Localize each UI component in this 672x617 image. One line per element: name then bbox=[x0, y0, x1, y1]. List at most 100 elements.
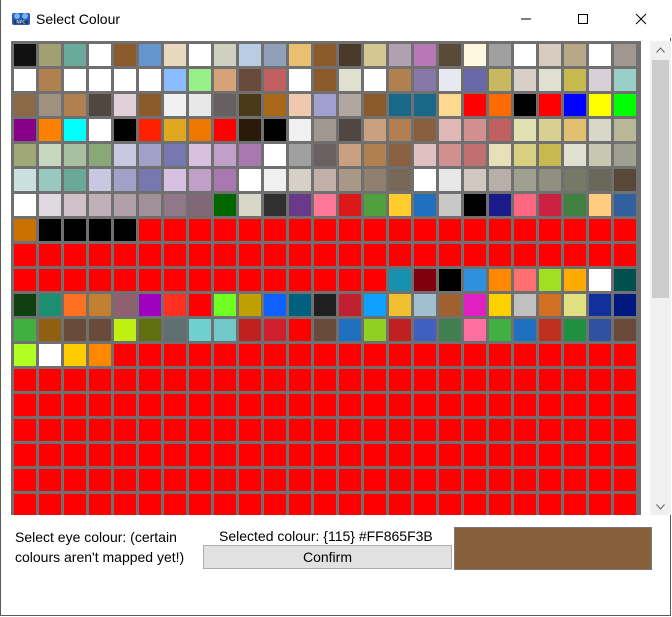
colour-cell[interactable] bbox=[314, 344, 336, 366]
colour-cell[interactable] bbox=[214, 144, 236, 166]
colour-cell[interactable] bbox=[464, 69, 486, 91]
colour-cell[interactable] bbox=[64, 44, 86, 66]
colour-cell[interactable] bbox=[589, 144, 611, 166]
colour-cell[interactable] bbox=[514, 144, 536, 166]
colour-cell[interactable] bbox=[64, 119, 86, 141]
colour-cell[interactable] bbox=[514, 169, 536, 191]
colour-cell[interactable] bbox=[289, 194, 311, 216]
colour-cell[interactable] bbox=[264, 369, 286, 391]
colour-cell[interactable] bbox=[189, 169, 211, 191]
colour-cell[interactable] bbox=[489, 94, 511, 116]
colour-cell[interactable] bbox=[39, 494, 61, 515]
colour-cell[interactable] bbox=[564, 294, 586, 316]
colour-cell[interactable] bbox=[439, 319, 461, 341]
colour-cell[interactable] bbox=[564, 94, 586, 116]
colour-cell[interactable] bbox=[214, 194, 236, 216]
colour-cell[interactable] bbox=[614, 469, 636, 491]
colour-cell[interactable] bbox=[514, 294, 536, 316]
colour-cell[interactable] bbox=[589, 44, 611, 66]
colour-cell[interactable] bbox=[64, 369, 86, 391]
colour-cell[interactable] bbox=[514, 344, 536, 366]
colour-cell[interactable] bbox=[389, 269, 411, 291]
colour-cell[interactable] bbox=[489, 144, 511, 166]
colour-cell[interactable] bbox=[239, 419, 261, 441]
colour-cell[interactable] bbox=[339, 319, 361, 341]
colour-cell[interactable] bbox=[114, 294, 136, 316]
colour-cell[interactable] bbox=[414, 94, 436, 116]
colour-cell[interactable] bbox=[89, 144, 111, 166]
colour-cell[interactable] bbox=[289, 444, 311, 466]
colour-cell[interactable] bbox=[489, 419, 511, 441]
colour-cell[interactable] bbox=[514, 419, 536, 441]
colour-cell[interactable] bbox=[339, 144, 361, 166]
colour-cell[interactable] bbox=[189, 344, 211, 366]
colour-cell[interactable] bbox=[539, 344, 561, 366]
colour-cell[interactable] bbox=[614, 319, 636, 341]
colour-cell[interactable] bbox=[289, 294, 311, 316]
colour-cell[interactable] bbox=[364, 419, 386, 441]
confirm-button[interactable]: Confirm bbox=[203, 545, 452, 569]
colour-cell[interactable] bbox=[339, 394, 361, 416]
colour-cell[interactable] bbox=[464, 394, 486, 416]
colour-cell[interactable] bbox=[64, 94, 86, 116]
colour-cell[interactable] bbox=[114, 194, 136, 216]
colour-cell[interactable] bbox=[439, 469, 461, 491]
colour-cell[interactable] bbox=[239, 269, 261, 291]
colour-cell[interactable] bbox=[539, 319, 561, 341]
colour-cell[interactable] bbox=[164, 419, 186, 441]
colour-cell[interactable] bbox=[39, 94, 61, 116]
colour-cell[interactable] bbox=[339, 269, 361, 291]
colour-cell[interactable] bbox=[414, 44, 436, 66]
colour-cell[interactable] bbox=[114, 144, 136, 166]
colour-cell[interactable] bbox=[364, 94, 386, 116]
colour-cell[interactable] bbox=[139, 269, 161, 291]
colour-cell[interactable] bbox=[489, 494, 511, 515]
colour-cell[interactable] bbox=[414, 194, 436, 216]
colour-cell[interactable] bbox=[439, 444, 461, 466]
colour-cell[interactable] bbox=[39, 44, 61, 66]
colour-cell[interactable] bbox=[214, 469, 236, 491]
colour-cell[interactable] bbox=[64, 419, 86, 441]
colour-cell[interactable] bbox=[364, 369, 386, 391]
colour-cell[interactable] bbox=[14, 44, 36, 66]
colour-cell[interactable] bbox=[39, 319, 61, 341]
colour-cell[interactable] bbox=[164, 344, 186, 366]
colour-cell[interactable] bbox=[339, 369, 361, 391]
colour-cell[interactable] bbox=[514, 394, 536, 416]
colour-cell[interactable] bbox=[439, 44, 461, 66]
colour-cell[interactable] bbox=[389, 369, 411, 391]
colour-cell[interactable] bbox=[89, 244, 111, 266]
colour-cell[interactable] bbox=[264, 419, 286, 441]
colour-cell[interactable] bbox=[439, 294, 461, 316]
colour-cell[interactable] bbox=[14, 494, 36, 515]
colour-cell[interactable] bbox=[114, 469, 136, 491]
colour-cell[interactable] bbox=[589, 269, 611, 291]
colour-cell[interactable] bbox=[514, 444, 536, 466]
colour-cell[interactable] bbox=[189, 419, 211, 441]
colour-cell[interactable] bbox=[464, 294, 486, 316]
colour-cell[interactable] bbox=[14, 119, 36, 141]
colour-cell[interactable] bbox=[64, 319, 86, 341]
colour-cell[interactable] bbox=[89, 119, 111, 141]
colour-cell[interactable] bbox=[164, 269, 186, 291]
colour-cell[interactable] bbox=[139, 394, 161, 416]
colour-cell[interactable] bbox=[589, 119, 611, 141]
colour-cell[interactable] bbox=[564, 269, 586, 291]
colour-cell[interactable] bbox=[214, 319, 236, 341]
colour-cell[interactable] bbox=[39, 444, 61, 466]
colour-cell[interactable] bbox=[164, 194, 186, 216]
colour-cell[interactable] bbox=[264, 344, 286, 366]
colour-cell[interactable] bbox=[464, 94, 486, 116]
colour-cell[interactable] bbox=[564, 144, 586, 166]
colour-cell[interactable] bbox=[364, 44, 386, 66]
colour-cell[interactable] bbox=[39, 294, 61, 316]
colour-cell[interactable] bbox=[489, 469, 511, 491]
colour-cell[interactable] bbox=[189, 469, 211, 491]
colour-cell[interactable] bbox=[414, 444, 436, 466]
colour-cell[interactable] bbox=[14, 144, 36, 166]
colour-cell[interactable] bbox=[189, 244, 211, 266]
colour-cell[interactable] bbox=[139, 94, 161, 116]
colour-cell[interactable] bbox=[564, 319, 586, 341]
colour-cell[interactable] bbox=[64, 469, 86, 491]
colour-cell[interactable] bbox=[139, 194, 161, 216]
